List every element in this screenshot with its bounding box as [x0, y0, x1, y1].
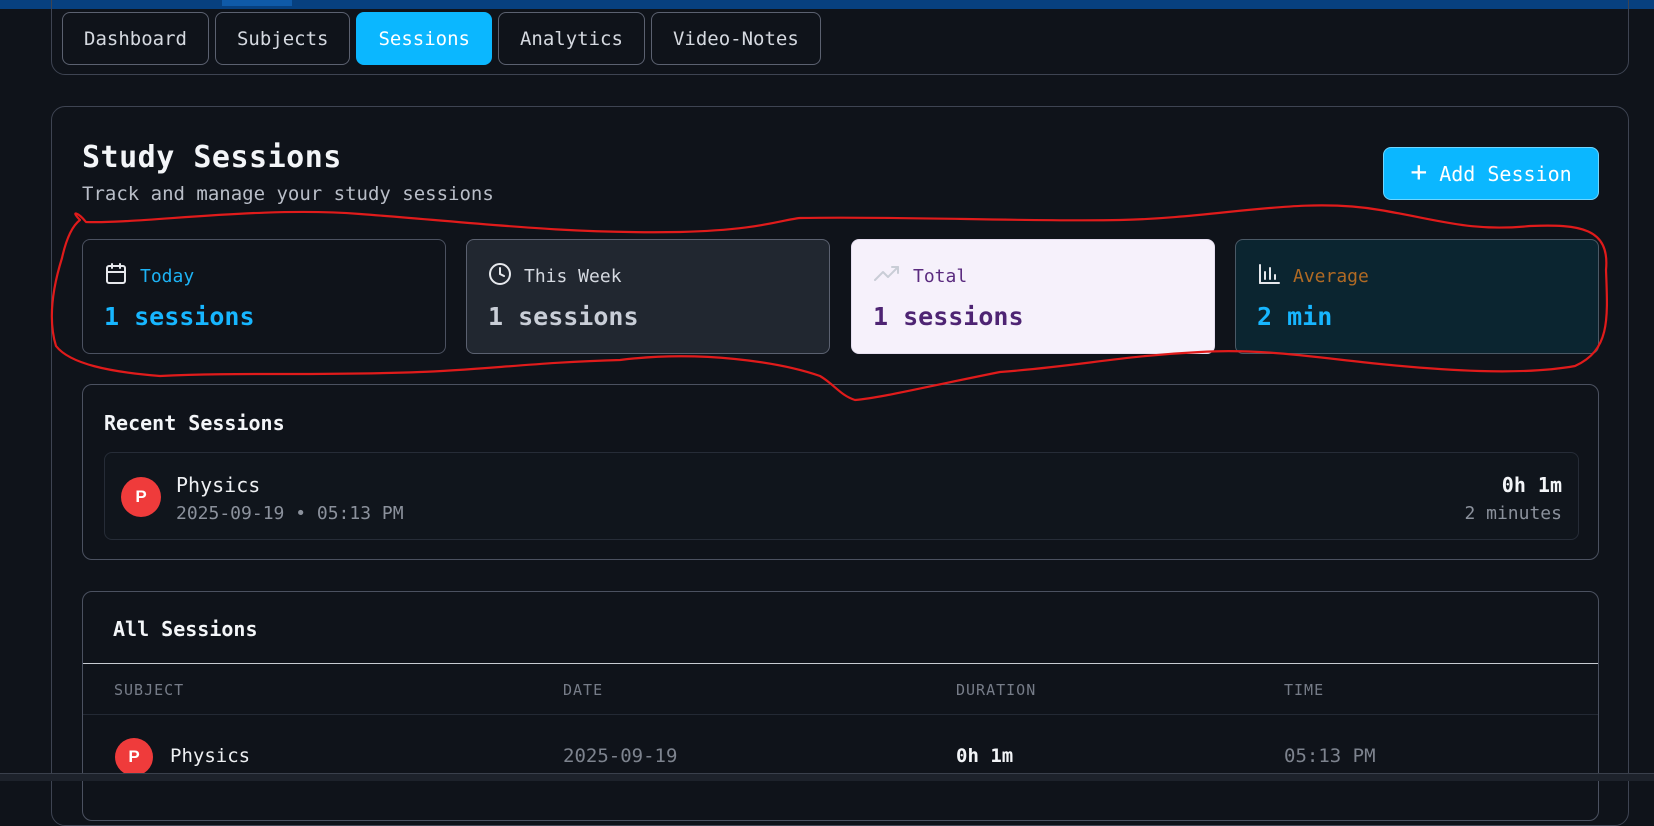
tab-video-notes[interactable]: Video-Notes	[650, 12, 821, 65]
plus-icon: +	[1410, 155, 1428, 188]
tab-analytics[interactable]: Analytics	[497, 12, 645, 65]
avatar: P	[115, 738, 153, 776]
recent-sessions-heading: Recent Sessions	[104, 411, 285, 435]
nav-tabs: Dashboard Subjects Sessions Analytics Vi…	[62, 12, 821, 65]
column-header-time: TIME	[1284, 681, 1325, 699]
clock-icon	[488, 262, 512, 291]
stat-label-total: Total	[913, 266, 968, 287]
table-cell-date: 2025-09-19	[563, 745, 678, 767]
avatar: P	[121, 477, 161, 517]
session-minutes: 2 minutes	[1464, 503, 1562, 524]
session-duration: 0h 1m	[1501, 473, 1562, 497]
bottom-bar	[0, 773, 1654, 781]
stat-card-week: This Week 1 sessions	[466, 239, 830, 354]
stat-value-week: 1 sessions	[488, 302, 639, 331]
stat-card-total: Total 1 sessions	[851, 239, 1215, 354]
add-session-button[interactable]: + Add Session	[1383, 147, 1599, 200]
column-header-subject: SUBJECT	[114, 681, 185, 699]
tab-sessions[interactable]: Sessions	[356, 12, 492, 65]
stat-label-average: Average	[1293, 266, 1369, 287]
calendar-icon	[104, 262, 128, 291]
stat-label-today: Today	[140, 266, 195, 287]
bar-chart-icon	[1257, 262, 1281, 291]
table-cell-duration: 0h 1m	[956, 745, 1014, 767]
column-header-duration: DURATION	[956, 681, 1037, 699]
stat-label-week: This Week	[524, 266, 622, 287]
tab-dashboard[interactable]: Dashboard	[62, 12, 209, 65]
stat-value-today: 1 sessions	[104, 302, 255, 331]
page-title: Study Sessions	[82, 140, 342, 175]
column-header-date: DATE	[563, 681, 604, 699]
divider	[83, 663, 1598, 664]
all-sessions-card: All Sessions SUBJECT DATE DURATION TIME …	[82, 591, 1599, 821]
tab-subjects[interactable]: Subjects	[214, 12, 351, 65]
all-sessions-heading: All Sessions	[113, 617, 258, 641]
list-item[interactable]: P Physics 2025-09-19 • 05:13 PM 0h 1m 2 …	[104, 452, 1579, 540]
table-cell-subject: Physics	[170, 745, 251, 767]
divider	[83, 714, 1598, 715]
stat-value-average: 2 min	[1257, 302, 1333, 331]
table-cell-time: 05:13 PM	[1284, 745, 1376, 767]
stat-card-today: Today 1 sessions	[82, 239, 446, 354]
trending-up-icon	[873, 262, 901, 291]
stat-card-average: Average 2 min	[1235, 239, 1599, 354]
page-subtitle: Track and manage your study sessions	[82, 183, 494, 205]
recent-sessions-card: Recent Sessions P Physics 2025-09-19 • 0…	[82, 384, 1599, 560]
session-subject: Physics	[176, 473, 261, 497]
add-session-label: Add Session	[1439, 161, 1572, 186]
stat-value-total: 1 sessions	[873, 302, 1024, 331]
session-meta: 2025-09-19 • 05:13 PM	[176, 503, 404, 524]
